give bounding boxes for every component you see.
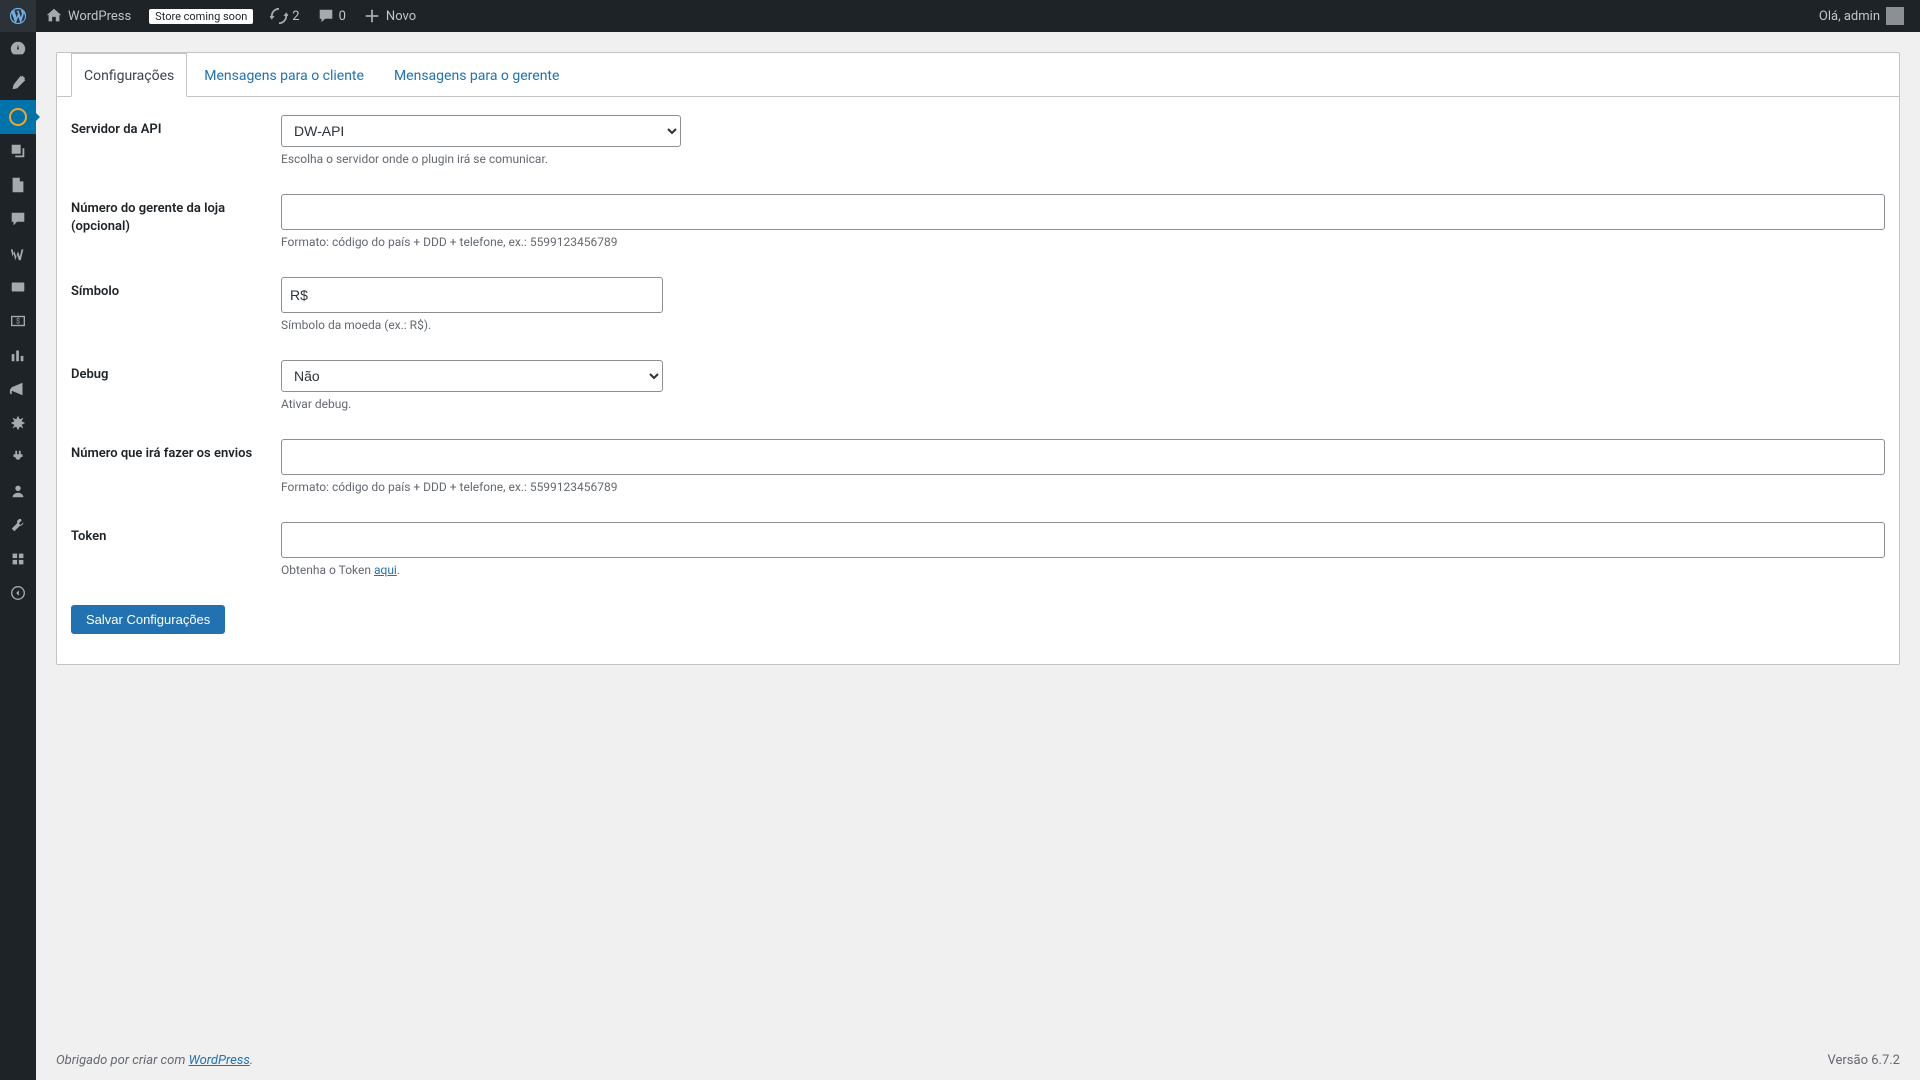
footer-version: Versão 6.7.2 bbox=[1828, 1053, 1901, 1068]
menu-plugins[interactable] bbox=[0, 440, 36, 474]
content-wrap: Configurações Mensagens para o cliente M… bbox=[36, 32, 1920, 1080]
menu-comments[interactable] bbox=[0, 202, 36, 236]
updates-link[interactable]: 2 bbox=[261, 0, 307, 32]
comments-icon bbox=[316, 6, 336, 26]
input-manager-number[interactable] bbox=[281, 194, 1885, 230]
menu-payments[interactable]: $ bbox=[0, 304, 36, 338]
desc-debug: Ativar debug. bbox=[281, 397, 1885, 411]
menu-media[interactable] bbox=[0, 134, 36, 168]
select-debug[interactable]: Não bbox=[281, 360, 663, 392]
menu-pages[interactable] bbox=[0, 168, 36, 202]
greeting-text: Olá, admin bbox=[1819, 9, 1880, 24]
update-icon bbox=[269, 6, 289, 26]
admin-menu: $ bbox=[0, 32, 36, 1080]
label-token: Token bbox=[71, 522, 281, 546]
menu-woo[interactable] bbox=[0, 236, 36, 270]
label-api-server: Servidor da API bbox=[71, 115, 281, 139]
menu-plugin-active[interactable] bbox=[0, 100, 36, 134]
input-symbol[interactable] bbox=[281, 277, 663, 313]
svg-text:$: $ bbox=[16, 317, 20, 326]
wp-logo-link[interactable] bbox=[0, 0, 36, 32]
menu-users[interactable] bbox=[0, 474, 36, 508]
menu-settings[interactable] bbox=[0, 542, 36, 576]
menu-analytics[interactable] bbox=[0, 338, 36, 372]
settings-panel: Configurações Mensagens para o cliente M… bbox=[56, 52, 1900, 665]
menu-marketing[interactable] bbox=[0, 372, 36, 406]
row-token: Token Obtenha o Token aqui. bbox=[71, 522, 1885, 577]
new-content-label: Novo bbox=[386, 9, 416, 24]
desc-symbol: Símbolo da moeda (ex.: R$). bbox=[281, 318, 1885, 332]
tab-client-messages[interactable]: Mensagens para o cliente bbox=[191, 53, 377, 97]
row-manager-number: Número do gerente da loja (opcional) For… bbox=[71, 194, 1885, 249]
label-debug: Debug bbox=[71, 360, 281, 384]
footer-post: . bbox=[250, 1053, 253, 1068]
label-symbol: Símbolo bbox=[71, 277, 281, 301]
menu-appearance[interactable] bbox=[0, 406, 36, 440]
select-api-server[interactable]: DW-API bbox=[281, 115, 681, 147]
menu-dashboard[interactable] bbox=[0, 32, 36, 66]
updates-count: 2 bbox=[292, 9, 299, 24]
circle-icon bbox=[9, 108, 27, 126]
save-button[interactable]: Salvar Configurações bbox=[71, 605, 225, 634]
admin-bar: WordPress Store coming soon 2 0 Novo Olá… bbox=[0, 0, 1920, 32]
tab-config[interactable]: Configurações bbox=[71, 53, 187, 97]
footer-wp-link[interactable]: WordPress bbox=[189, 1053, 250, 1068]
menu-collapse[interactable] bbox=[0, 576, 36, 610]
user-account-link[interactable]: Olá, admin bbox=[1811, 0, 1912, 32]
store-status-badge[interactable]: Store coming soon bbox=[139, 0, 261, 32]
plus-icon bbox=[362, 6, 382, 26]
menu-posts[interactable] bbox=[0, 66, 36, 100]
row-sender-number: Número que irá fazer os envios Formato: … bbox=[71, 439, 1885, 494]
tabs-wrapper: Configurações Mensagens para o cliente M… bbox=[57, 53, 1899, 97]
input-sender-number[interactable] bbox=[281, 439, 1885, 475]
desc-token: Obtenha o Token aqui. bbox=[281, 563, 1885, 577]
label-manager-number: Número do gerente da loja (opcional) bbox=[71, 194, 281, 236]
row-symbol: Símbolo Símbolo da moeda (ex.: R$). bbox=[71, 277, 1885, 332]
row-api-server: Servidor da API DW-API Escolha o servido… bbox=[71, 115, 1885, 166]
new-content-link[interactable]: Novo bbox=[354, 0, 424, 32]
menu-item-a[interactable] bbox=[0, 270, 36, 304]
footer-pre: Obrigado por criar com bbox=[56, 1053, 189, 1068]
desc-sender-number: Formato: código do país + DDD + telefone… bbox=[281, 480, 1885, 494]
wordpress-icon bbox=[8, 6, 28, 26]
menu-tools[interactable] bbox=[0, 508, 36, 542]
avatar bbox=[1886, 7, 1904, 25]
token-link[interactable]: aqui bbox=[374, 563, 397, 577]
comments-count: 0 bbox=[339, 9, 346, 24]
footer: Obrigado por criar com WordPress. Versão… bbox=[36, 1040, 1920, 1080]
tab-manager-messages[interactable]: Mensagens para o gerente bbox=[381, 53, 572, 97]
desc-api-server: Escolha o servidor onde o plugin irá se … bbox=[281, 152, 1885, 166]
form-section: Servidor da API DW-API Escolha o servido… bbox=[57, 97, 1899, 664]
site-name-label: WordPress bbox=[68, 9, 131, 24]
comments-link[interactable]: 0 bbox=[308, 0, 354, 32]
home-icon bbox=[44, 6, 64, 26]
site-name-link[interactable]: WordPress bbox=[36, 0, 139, 32]
desc-manager-number: Formato: código do país + DDD + telefone… bbox=[281, 235, 1885, 249]
label-sender-number: Número que irá fazer os envios bbox=[71, 439, 281, 463]
row-debug: Debug Não Ativar debug. bbox=[71, 360, 1885, 411]
input-token[interactable] bbox=[281, 522, 1885, 558]
